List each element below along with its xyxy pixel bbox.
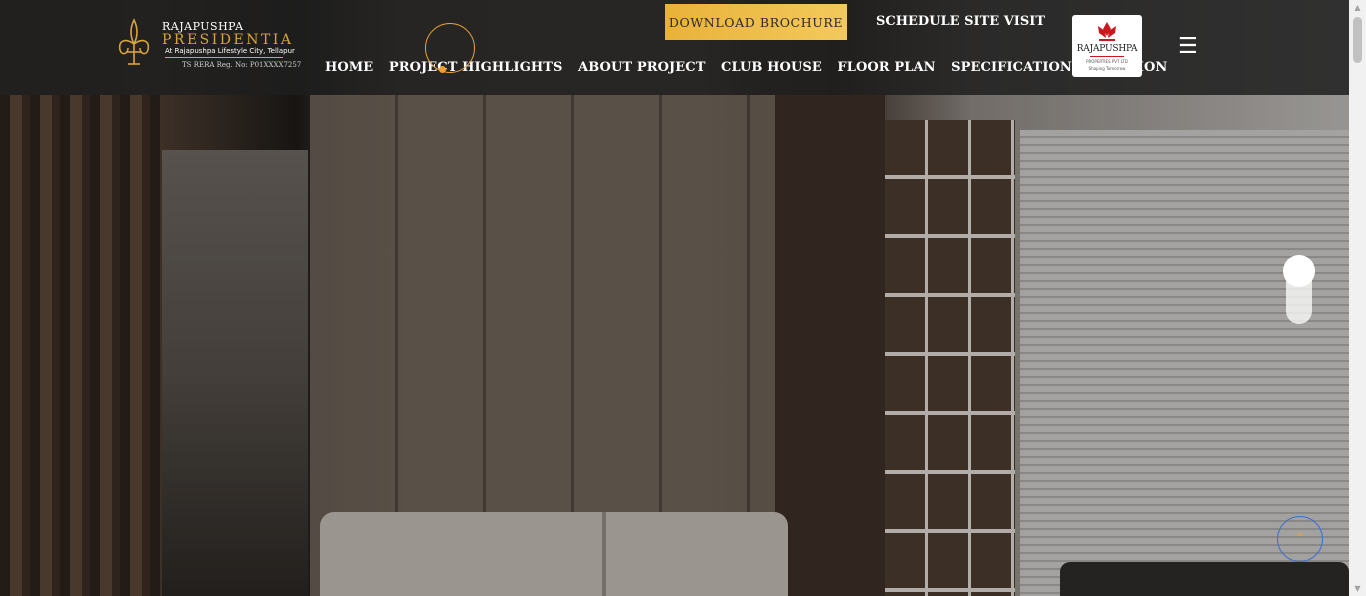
fleur-de-lis-icon xyxy=(118,18,150,65)
developer-name: RAJAPUSHPA xyxy=(1076,44,1138,54)
logo-subtitle: At Rajapushpa Lifestyle City, Tellapur xyxy=(165,47,295,55)
scroll-down-arrow-icon[interactable]: ▼ xyxy=(1349,581,1366,596)
chevron-up-icon: ⌃ xyxy=(1294,531,1306,547)
scroll-up-arrow-icon[interactable]: ▲ xyxy=(1349,0,1366,15)
hamburger-icon[interactable]: ☰ xyxy=(1178,36,1198,58)
schedule-site-visit-link[interactable]: SCHEDULE SITE VISIT xyxy=(876,14,1045,29)
page-scrollbar[interactable]: ▲ ▼ xyxy=(1349,0,1366,596)
lotus-icon xyxy=(1098,22,1116,41)
site-header: RAJAPUSHPA PRESIDENTIA At Rajapushpa Lif… xyxy=(0,0,1349,95)
developer-divider xyxy=(1090,56,1124,57)
nav-item-home[interactable]: HOME xyxy=(325,60,373,75)
nav-item-about-project[interactable]: ABOUT PROJECT xyxy=(578,60,705,75)
logo-rera: TS RERA Reg. No: P01XXXX7257 xyxy=(182,61,302,69)
download-brochure-button[interactable]: DOWNLOAD BROCHURE xyxy=(665,4,847,40)
logo-name: PRESIDENTIA xyxy=(162,32,294,48)
nav-item-project-highlights[interactable]: PROJECT HIGHLIGHTS xyxy=(389,60,563,75)
page: RAJAPUSHPA PRESIDENTIA At Rajapushpa Lif… xyxy=(0,0,1366,596)
nav-item-specification[interactable]: SPECIFICATION xyxy=(951,60,1072,75)
developer-logo[interactable]: RAJAPUSHPA PROPERTIES PVT LTD Shaping To… xyxy=(1072,15,1142,77)
developer-tagline: Shaping Tomorrow xyxy=(1088,66,1126,71)
slide-indicator-knob[interactable] xyxy=(1283,255,1315,287)
scroll-thumb[interactable] xyxy=(1353,17,1362,63)
nav-item-floor-plan[interactable]: FLOOR PLAN xyxy=(837,60,935,75)
main-nav: HOME PROJECT HIGHLIGHTS ABOUT PROJECT CL… xyxy=(325,60,1183,75)
project-logo[interactable]: RAJAPUSHPA PRESIDENTIA At Rajapushpa Lif… xyxy=(110,14,310,74)
developer-sub: PROPERTIES PVT LTD xyxy=(1086,59,1128,64)
nav-item-club-house[interactable]: CLUB HOUSE xyxy=(721,60,822,75)
logo-divider xyxy=(165,57,283,58)
back-to-top-button[interactable]: ⌃ xyxy=(1277,516,1323,562)
